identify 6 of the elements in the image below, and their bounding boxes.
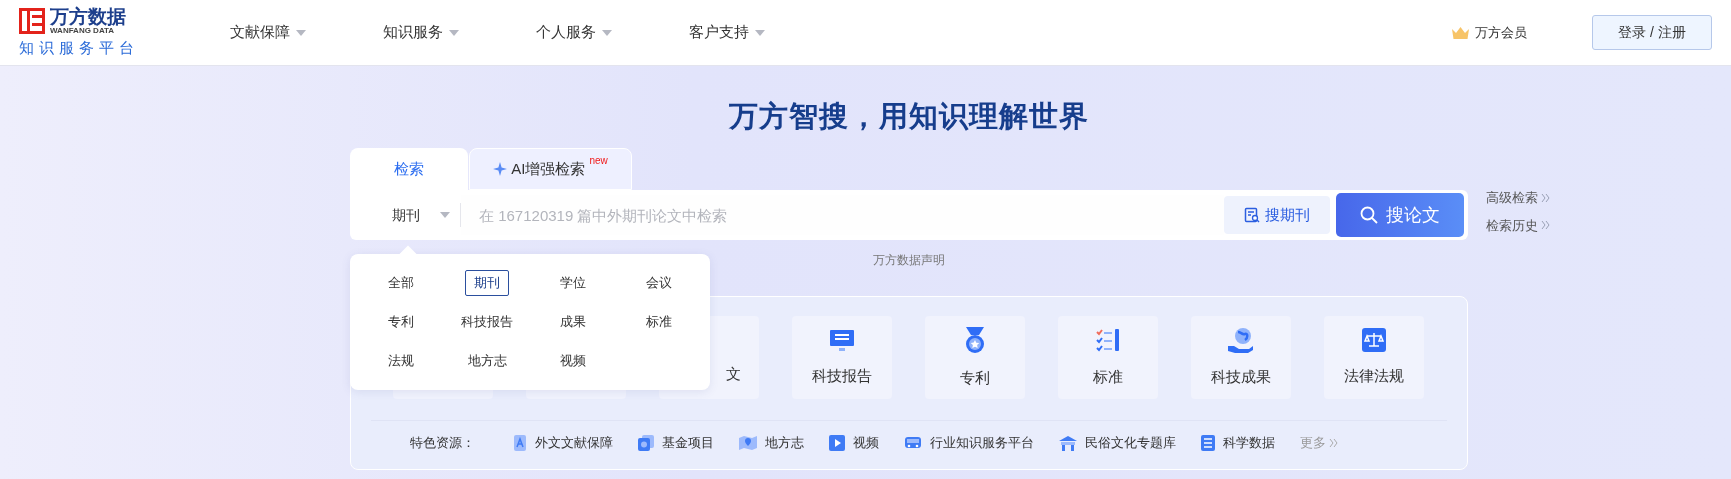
new-label: new [589,155,608,167]
logo-name: 万方数据 [50,7,126,26]
logo-latin: WANFANG DATA [50,26,116,35]
features-label: 特色资源： [410,433,475,452]
logo-tagline: 知识服务平台 [19,38,140,58]
headline: 万方智搜，用知识理解世界 [728,99,1090,134]
